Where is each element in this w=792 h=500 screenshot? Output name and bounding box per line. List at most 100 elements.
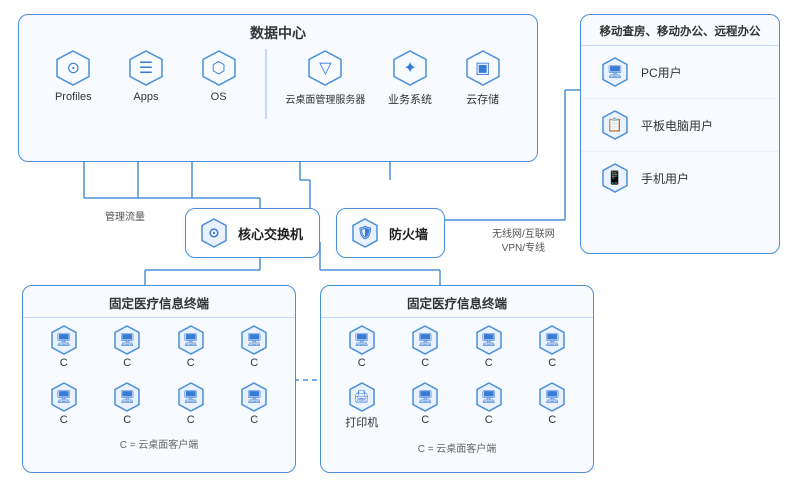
terminal-right-row2: 🖨 打印机 🖥 C 🖥 [321,375,593,436]
terminal-right-hex5: 🖥 [409,381,441,413]
terminal-left-icon7: 🖥 [182,389,199,405]
cloud-storage-label: 云存储 [466,91,499,107]
terminal-left-hex7: 🖥 [175,381,207,413]
terminal-right-label4: C [548,357,556,369]
terminal-right-printer-label: 打印机 [345,414,378,430]
terminal-left-hex6: 🖥 [111,381,143,413]
terminal-left-hex3: 🖥 [175,324,207,356]
terminal-left-c3: 🖥 C [175,324,207,369]
phone-user-item: 📱 手机用户 [581,152,779,204]
icon-desktop-mgr: ▽ 云桌面管理服务器 [285,49,365,106]
terminal-left-icon2: 🖥 [119,332,136,348]
terminal-right-printer: 🖨 打印机 [345,381,378,430]
biz-system-label: 业务系统 [388,91,432,107]
terminal-left-label2: C [123,357,131,369]
terminal-right-hex3: 🖥 [473,324,505,356]
datacenter-box: 数据中心 ⊙ Profiles ☰ [18,14,538,162]
terminal-right-footnote: C = 云桌面客户端 [321,436,593,461]
terminal-left-label3: C [187,357,195,369]
profiles-icon: ⊙ [67,58,80,78]
terminal-right-icon4: 🖥 [544,332,561,348]
terminal-right-printer-icon: 🖨 [353,389,370,405]
terminal-left-hex1: 🖥 [48,324,80,356]
tablet-user-icon: 📋 [607,117,623,133]
terminal-left-icon6: 🖥 [119,389,136,405]
hexagon-apps: ☰ [127,49,165,87]
terminal-right-icon5: 🖥 [417,389,434,405]
desktop-mgr-label: 云桌面管理服务器 [285,91,365,106]
core-switch-box: ⊙ 核心交换机 [185,208,320,258]
terminal-left-icon8: 🖥 [246,389,263,405]
terminal-left-c8: 🖥 C [238,381,270,426]
icon-os: ⬡ OS [191,49,247,103]
hexagon-desktop-mgr: ▽ [306,49,344,87]
terminal-left-label6: C [123,414,131,426]
terminal-right-box: 固定医疗信息终端 🖥 C 🖥 C [320,285,594,473]
terminal-right-hex7: 🖥 [536,381,568,413]
tablet-user-label: 平板电脑用户 [641,117,713,134]
terminal-right-c7: 🖥 C [536,381,568,430]
terminal-right-c2: 🖥 C [409,324,441,369]
mobile-title: 移动查房、移动办公、远程办公 [581,15,779,46]
core-switch-label: 核心交换机 [238,224,303,243]
core-switch-hex: ⊙ [198,217,230,249]
terminal-left-c7: 🖥 C [175,381,207,426]
biz-system-icon: ✦ [403,58,416,78]
terminal-left-label5: C [60,414,68,426]
terminal-left-c1: 🖥 C [48,324,80,369]
terminal-left-title: 固定医疗信息终端 [23,286,295,318]
icon-biz-system: ✦ 业务系统 [382,49,438,107]
core-switch-icon: ⊙ [209,225,220,241]
terminal-left-box: 固定医疗信息终端 🖥 C 🖥 C [22,285,296,473]
terminal-right-label2: C [421,357,429,369]
main-container: 数据中心 ⊙ Profiles ☰ [0,0,792,500]
terminal-right-hex1: 🖥 [346,324,378,356]
firewall-box: 🛡 防火墙 [336,208,445,258]
datacenter-title: 数据中心 [19,23,537,43]
wireless-note: 无线网/互联网 VPN/专线 [492,214,555,256]
os-label: OS [211,91,227,103]
tablet-user-item: 📋 平板电脑用户 [581,99,779,152]
terminal-left-c4: 🖥 C [238,324,270,369]
phone-user-hex: 📱 [599,162,631,194]
v-divider [265,49,267,119]
terminal-left-row1: 🖥 C 🖥 C 🖥 [23,318,295,375]
hexagon-biz-system: ✦ [391,49,429,87]
phone-user-label: 手机用户 [641,170,689,187]
terminal-right-hex4: 🖥 [536,324,568,356]
terminal-right-label5: C [421,414,429,426]
terminal-right-label3: C [485,357,493,369]
terminal-left-label4: C [250,357,258,369]
apps-label: Apps [133,91,158,103]
mobile-panel: 移动查房、移动办公、远程办公 🖥 PC用户 📋 平板电脑用户 [580,14,780,254]
terminal-right-printer-hex: 🖨 [346,381,378,413]
terminal-right-icon6: 🖥 [480,389,497,405]
terminal-right-c6: 🖥 C [473,381,505,430]
terminal-right-hex2: 🖥 [409,324,441,356]
os-icon: ⬡ [212,58,226,78]
terminal-left-row2: 🖥 C 🖥 C 🖥 [23,375,295,432]
terminal-right-label6: C [485,414,493,426]
terminal-left-icon1: 🖥 [55,332,72,348]
terminal-right-row1: 🖥 C 🖥 C 🖥 [321,318,593,375]
terminal-left-hex4: 🖥 [238,324,270,356]
datacenter-icons-row: ⊙ Profiles ☰ Apps [19,49,537,119]
firewall-icon: 🛡 [357,225,374,241]
desktop-mgr-icon: ▽ [319,58,331,78]
terminal-left-icon4: 🖥 [246,332,263,348]
terminal-right-icon7: 🖥 [544,389,561,405]
pc-user-icon: 🖥 [607,64,624,80]
terminal-right-icon3: 🖥 [480,332,497,348]
terminal-right-icon1: 🖥 [353,332,370,348]
profiles-label: Profiles [55,91,92,103]
terminal-left-hex8: 🖥 [238,381,270,413]
terminal-left-hex2: 🖥 [111,324,143,356]
terminal-left-label8: C [250,414,258,426]
pc-user-item: 🖥 PC用户 [581,46,779,99]
terminal-left-c6: 🖥 C [111,381,143,426]
terminal-left-label7: C [187,414,195,426]
pc-user-label: PC用户 [641,64,682,81]
terminal-right-c5: 🖥 C [409,381,441,430]
pc-user-hex: 🖥 [599,56,631,88]
icon-cloud-storage: ▣ 云存储 [455,49,511,107]
